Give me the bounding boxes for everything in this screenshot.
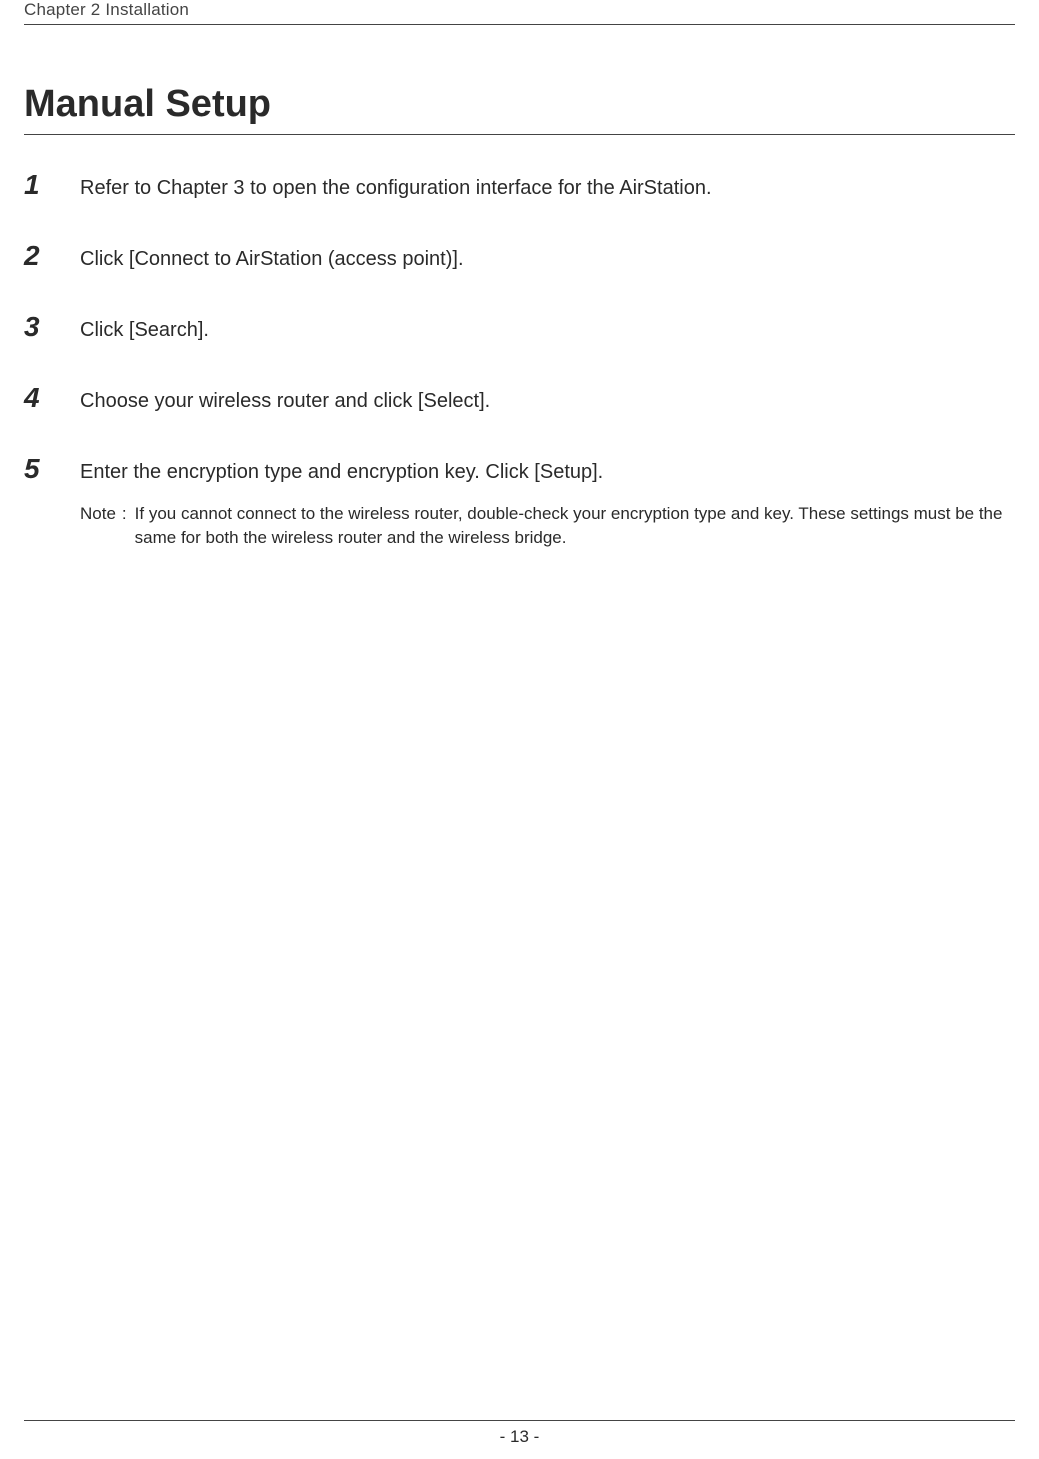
step-text: Choose your wireless router and click [S… — [80, 388, 1015, 415]
step-body: Refer to Chapter 3 to open the configura… — [80, 171, 1015, 202]
step-text: Refer to Chapter 3 to open the configura… — [80, 175, 1015, 202]
step-number: 4 — [24, 384, 80, 412]
step-body: Enter the encryption type and encryption… — [80, 455, 1015, 550]
step-number: 1 — [24, 171, 80, 199]
step-body: Choose your wireless router and click [S… — [80, 384, 1015, 415]
step-text: Click [Search]. — [80, 317, 1015, 344]
step-text: Click [Connect to AirStation (access poi… — [80, 246, 1015, 273]
note-text: If you cannot connect to the wireless ro… — [135, 502, 1015, 550]
page-footer: - 13 - — [24, 1420, 1015, 1447]
step-number: 5 — [24, 455, 80, 483]
note-label: Note — [80, 502, 122, 526]
step-body: Click [Search]. — [80, 313, 1015, 344]
section-title: Manual Setup — [24, 83, 1015, 135]
note-colon: : — [122, 502, 135, 526]
step-1: 1 Refer to Chapter 3 to open the configu… — [24, 171, 1015, 202]
chapter-header: Chapter 2 Installation — [24, 0, 1015, 25]
step-text: Enter the encryption type and encryption… — [80, 459, 1015, 486]
step-2: 2 Click [Connect to AirStation (access p… — [24, 242, 1015, 273]
step-3: 3 Click [Search]. — [24, 313, 1015, 344]
step-body: Click [Connect to AirStation (access poi… — [80, 242, 1015, 273]
step-number: 2 — [24, 242, 80, 270]
step-5: 5 Enter the encryption type and encrypti… — [24, 455, 1015, 550]
step-number: 3 — [24, 313, 80, 341]
page-number: - 13 - — [500, 1427, 540, 1446]
step-4: 4 Choose your wireless router and click … — [24, 384, 1015, 415]
steps-list: 1 Refer to Chapter 3 to open the configu… — [24, 171, 1015, 550]
note: Note : If you cannot connect to the wire… — [80, 502, 1015, 550]
